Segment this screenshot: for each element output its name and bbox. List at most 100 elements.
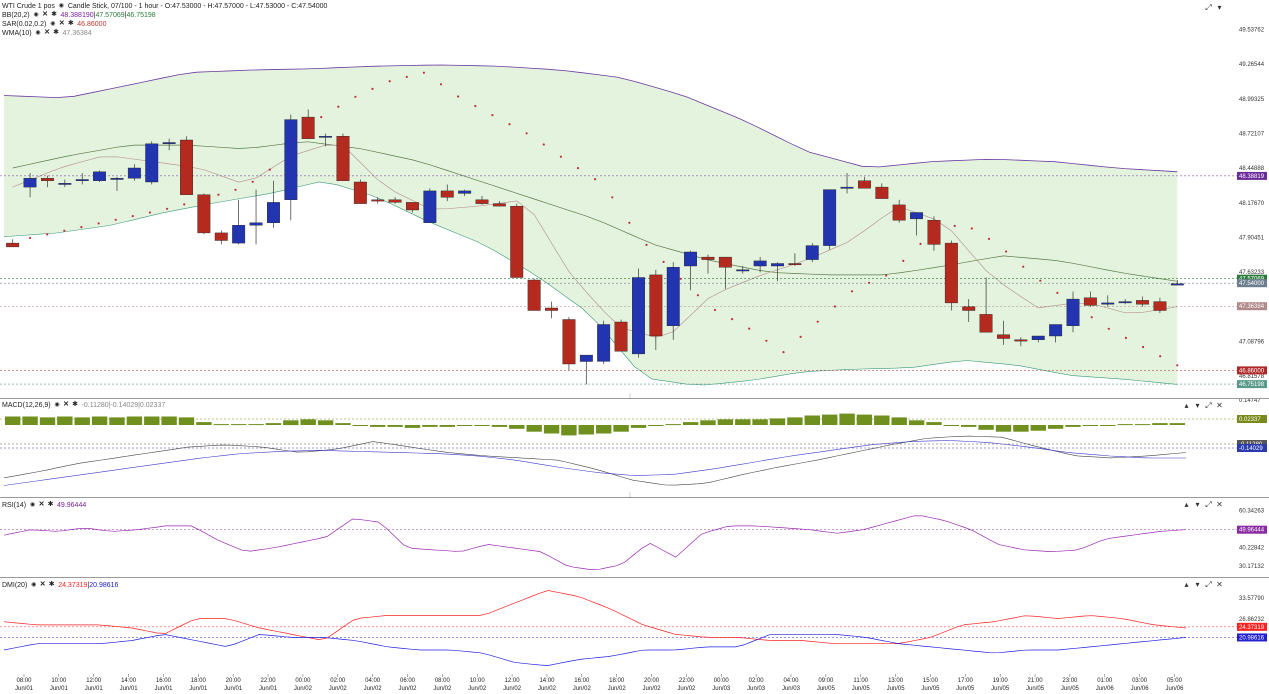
close-icon[interactable] — [62, 401, 71, 409]
candle-body — [197, 194, 211, 234]
time-axis-date-label: Jun/02 — [294, 686, 313, 692]
macd-histogram-bar — [630, 425, 647, 428]
expand-icon[interactable]: ⤢ — [1203, 500, 1214, 510]
candle-body — [162, 142, 176, 144]
time-axis-label: 19:00 — [993, 678, 1009, 684]
sar-dot — [559, 155, 563, 158]
sar-dot — [696, 294, 700, 297]
down-icon[interactable]: ▾ — [1192, 580, 1203, 589]
candle-body — [1049, 324, 1063, 337]
up-icon[interactable]: ▴ — [1181, 500, 1192, 509]
sar-dot — [131, 215, 134, 218]
close-icon[interactable] — [37, 501, 46, 509]
macd-histogram-bar — [5, 416, 21, 425]
expand-icon[interactable]: ⤢ — [1203, 580, 1214, 590]
eye-icon[interactable] — [48, 20, 57, 28]
dmi-pane-controls: ▴ ▾ ⤢ ✕ — [1181, 580, 1225, 590]
time-axis-label: 16:00 — [156, 678, 172, 684]
sar-dot — [816, 320, 819, 323]
eye-icon[interactable] — [32, 11, 41, 19]
close-icon[interactable] — [38, 581, 47, 589]
macd-histogram-bar — [735, 419, 751, 425]
sar-dot — [80, 226, 83, 229]
macd-histogram-bar — [804, 415, 820, 425]
candle-body — [423, 190, 437, 223]
macd-histogram-bar — [561, 425, 577, 436]
sar-dot — [422, 71, 425, 74]
eye-icon[interactable] — [29, 581, 38, 589]
time-axis-label: 01:00 — [1097, 678, 1113, 684]
price-tag-label: 46.75198 — [1239, 382, 1265, 388]
macd-histogram-bar — [1134, 424, 1151, 426]
candle-body — [527, 279, 541, 311]
down-icon[interactable]: ▾ — [1192, 500, 1203, 509]
bb-middle-value: 47.57069 — [95, 12, 125, 19]
candle-body — [1170, 283, 1184, 286]
time-axis-date-label: Jun/05 — [956, 686, 975, 692]
expand-icon[interactable]: ⤢ — [1203, 3, 1214, 13]
candle-body — [145, 143, 159, 183]
time-axis-date-label: Jun/02 — [573, 686, 592, 692]
macd-histogram-bar — [856, 414, 873, 425]
candle-body — [823, 189, 837, 246]
time-axis-label: 02:00 — [749, 678, 765, 684]
macd-histogram-bar — [1030, 425, 1046, 431]
time-axis-label: 18:00 — [609, 678, 625, 684]
macd-histogram-bar — [961, 425, 977, 427]
rsi-pane[interactable]: RSI(14) 49.96444 ▴▾⤢✕ 60.34263 40.22842 30… — [0, 498, 1269, 577]
macd-histogram-bar — [22, 416, 38, 425]
gear-icon[interactable] — [52, 29, 61, 37]
time-axis-label: 04:00 — [783, 678, 799, 684]
expand-icon[interactable]: ⤢ — [1203, 401, 1214, 411]
down-icon[interactable]: ▾ — [1192, 401, 1203, 410]
sar-dot — [1107, 327, 1110, 330]
gear-icon[interactable] — [66, 20, 75, 28]
price-pane[interactable]: WTI Crude 1 pos Candle Stick, 07/100 - 1… — [0, 0, 1269, 398]
gear-icon[interactable] — [47, 581, 56, 589]
dmi-pane[interactable]: DMI(20) 24.37319|20.98616 ▴▾⤢✕ 33.57790 2… — [0, 578, 1269, 694]
macd-histogram-bar — [335, 423, 351, 425]
time-axis-date-label: Jun/02 — [468, 686, 487, 692]
close-icon[interactable]: ✕ — [1214, 500, 1225, 509]
macd-histogram-bar — [91, 416, 108, 425]
candle-body — [684, 251, 697, 267]
price-pane-controls: ⤢ ▾ — [1203, 3, 1225, 13]
time-axis-label: 05:00 — [1167, 678, 1183, 684]
eye-icon[interactable] — [53, 401, 62, 409]
gear-icon[interactable] — [50, 11, 59, 19]
scroll-down-icon[interactable]: ▾ — [1214, 3, 1225, 12]
macd-histogram-bar — [1065, 425, 1081, 427]
sar-dot — [953, 224, 956, 227]
time-axis-date-label: Jun/02 — [364, 686, 383, 692]
time-axis-label: 02:00 — [330, 678, 346, 684]
eye-icon[interactable] — [28, 501, 37, 509]
up-icon[interactable]: ▴ — [1181, 401, 1192, 410]
close-icon[interactable] — [41, 11, 50, 19]
gear-icon[interactable] — [46, 501, 55, 509]
sar-dot — [439, 83, 443, 86]
price-axis-tick-label: 49.53762 — [1239, 28, 1265, 34]
time-axis-label: 22:00 — [679, 678, 695, 684]
sar-dot — [902, 259, 905, 262]
macd-pane[interactable]: MACD(12,26,9) -0.11280|-0.14029|0.02337 … — [0, 399, 1269, 497]
candle-body — [997, 334, 1010, 339]
time-axis-date-label: Jun/03 — [782, 686, 801, 692]
price-tag-label: 46.86000 — [1239, 368, 1265, 374]
gear-icon[interactable] — [71, 401, 80, 409]
eye-icon[interactable] — [57, 2, 66, 10]
close-icon[interactable] — [57, 20, 66, 28]
close-icon[interactable]: ✕ — [1214, 580, 1225, 589]
candle-body — [1118, 301, 1132, 304]
eye-icon[interactable] — [34, 29, 43, 37]
close-icon[interactable]: ✕ — [1214, 401, 1225, 410]
macd-histogram-bar — [1117, 424, 1133, 426]
wma-label: WMA(10) — [2, 30, 32, 37]
close-icon[interactable] — [43, 29, 52, 37]
macd-histogram-bar — [283, 420, 299, 426]
pos-label: pos — [43, 3, 55, 10]
candle-body — [440, 190, 454, 198]
time-axis-date-label: Jun/02 — [643, 686, 662, 692]
up-icon[interactable]: ▴ — [1181, 580, 1192, 589]
time-axis-date-label: Jun/02 — [538, 686, 557, 692]
candle-body — [771, 263, 784, 267]
